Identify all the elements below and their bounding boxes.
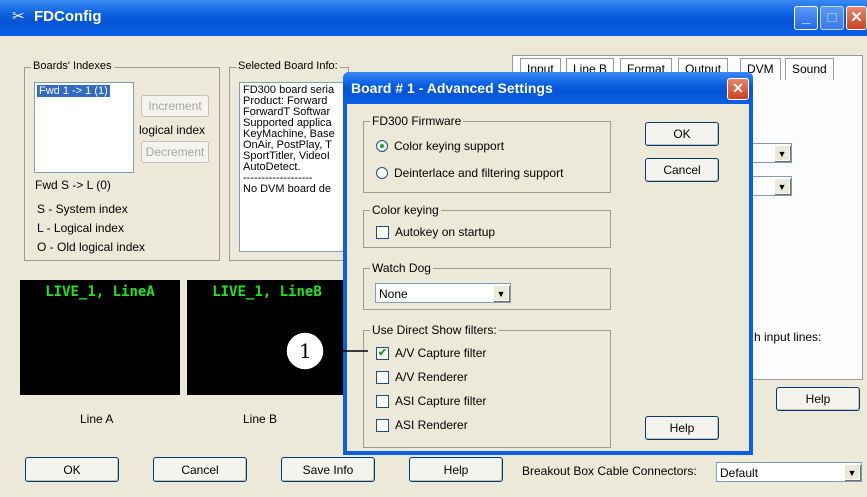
chevron-down-icon[interactable]: ▼ bbox=[774, 145, 790, 161]
save-info-button[interactable]: Save Info bbox=[281, 457, 375, 482]
asi-capture-label[interactable]: ASI Capture filter bbox=[395, 394, 486, 408]
boards-indexes-group: Boards' Indexes Fwd 1 -> 1 (1) Increment… bbox=[24, 60, 220, 261]
firmware-legend: FD300 Firmware bbox=[370, 114, 464, 128]
breakout-label: Breakout Box Cable Connectors: bbox=[522, 464, 697, 478]
close-button[interactable]: ✕ bbox=[846, 6, 867, 30]
ok-button[interactable]: OK bbox=[25, 457, 119, 482]
deinterlace-radio[interactable] bbox=[376, 167, 388, 179]
right-help-button[interactable]: Help bbox=[776, 387, 860, 411]
asi-capture-checkbox[interactable] bbox=[376, 395, 389, 408]
logical-index-legend: L - Logical index bbox=[37, 221, 124, 235]
dialog-help-button[interactable]: Help bbox=[645, 416, 719, 440]
dialog-cancel-button[interactable]: Cancel bbox=[645, 158, 719, 182]
watch-dog-select[interactable]: None ▼ bbox=[375, 283, 511, 303]
chevron-down-icon[interactable]: ▼ bbox=[774, 178, 790, 194]
deinterlace-label[interactable]: Deinterlace and filtering support bbox=[394, 166, 563, 180]
watch-dog-legend: Watch Dog bbox=[370, 261, 433, 275]
logical-index-label: logical index bbox=[139, 123, 206, 137]
dialog-ok-button[interactable]: OK bbox=[645, 122, 719, 146]
board-index-list[interactable]: Fwd 1 -> 1 (1) bbox=[34, 82, 134, 173]
board-info-text[interactable]: FD300 board seria Product: Forward Forwa… bbox=[239, 82, 347, 252]
dialog-title-bar[interactable]: Board # 1 - Advanced Settings ✕ bbox=[343, 72, 753, 104]
info-line: No DVM board de bbox=[243, 183, 332, 195]
color-keying-label[interactable]: Color keying support bbox=[394, 139, 504, 153]
watch-dog-value: None bbox=[379, 287, 408, 301]
dialog-body: FD300 Firmware Color keying support Dein… bbox=[347, 104, 749, 451]
av-capture-checkbox[interactable]: ✔ bbox=[376, 347, 389, 360]
title-bar[interactable]: ✂ FDConfig _ □ ✕ bbox=[0, 0, 867, 36]
preview-label: LIVE_1, LineA bbox=[45, 284, 155, 300]
line-a-caption: Line A bbox=[80, 412, 114, 426]
firmware-group: FD300 Firmware Color keying support Dein… bbox=[363, 114, 611, 193]
autokey-label[interactable]: Autokey on startup bbox=[395, 225, 495, 239]
preview-label: LIVE_1, LineB bbox=[212, 284, 322, 300]
selected-board-info-legend: Selected Board Info: bbox=[236, 60, 340, 72]
chevron-down-icon[interactable]: ▼ bbox=[493, 285, 509, 301]
old-index-label: O - Old logical index bbox=[37, 240, 146, 254]
autokey-checkbox[interactable] bbox=[376, 226, 389, 239]
cancel-button[interactable]: Cancel bbox=[153, 457, 247, 482]
dialog-close-button[interactable]: ✕ bbox=[727, 78, 749, 100]
callout-number: 1 bbox=[299, 339, 312, 363]
system-index-label: S - System index bbox=[37, 202, 128, 216]
minimize-button[interactable]: _ bbox=[794, 6, 818, 30]
selected-board-info-group: Selected Board Info: FD300 board seria P… bbox=[229, 60, 349, 261]
input-lines-label: h input lines: bbox=[754, 330, 822, 344]
fwd-sl-label: Fwd S -> L (0) bbox=[35, 178, 111, 192]
preview-line-a: LIVE_1, LineA bbox=[20, 280, 180, 395]
watch-dog-group: Watch Dog None ▼ bbox=[363, 261, 611, 310]
color-keying-radio[interactable] bbox=[376, 140, 388, 152]
window-title: FDConfig bbox=[34, 8, 102, 25]
av-capture-label[interactable]: A/V Capture filter bbox=[395, 346, 486, 360]
av-renderer-label[interactable]: A/V Renderer bbox=[395, 370, 468, 384]
asi-renderer-checkbox[interactable] bbox=[376, 419, 389, 432]
list-item[interactable]: Fwd 1 -> 1 (1) bbox=[37, 85, 110, 97]
asi-renderer-label[interactable]: ASI Renderer bbox=[395, 418, 468, 432]
help-button[interactable]: Help bbox=[409, 457, 503, 482]
advanced-settings-dialog: Board # 1 - Advanced Settings ✕ FD300 Fi… bbox=[343, 72, 753, 455]
boards-indexes-legend: Boards' Indexes bbox=[31, 60, 114, 72]
chevron-down-icon[interactable]: ▼ bbox=[844, 464, 860, 480]
tab-sound[interactable]: Sound bbox=[785, 58, 834, 80]
tools-icon: ✂ bbox=[12, 8, 25, 25]
callout-annotation bbox=[285, 331, 368, 371]
dialog-title: Board # 1 - Advanced Settings bbox=[351, 80, 553, 96]
increment-button[interactable]: Increment bbox=[141, 95, 209, 117]
breakout-select[interactable]: Default ▼ bbox=[716, 462, 862, 482]
direct-show-group: Use Direct Show filters: ✔ A/V Capture f… bbox=[363, 323, 611, 448]
line-b-caption: Line B bbox=[243, 412, 278, 426]
breakout-value: Default bbox=[720, 466, 759, 480]
decrement-button[interactable]: Decrement bbox=[141, 141, 209, 163]
maximize-button[interactable]: □ bbox=[820, 6, 844, 30]
color-keying-group: Color keying Autokey on startup bbox=[363, 203, 611, 248]
av-renderer-checkbox[interactable] bbox=[376, 371, 389, 384]
direct-show-legend: Use Direct Show filters: bbox=[370, 323, 499, 337]
color-keying-legend: Color keying bbox=[370, 203, 441, 217]
